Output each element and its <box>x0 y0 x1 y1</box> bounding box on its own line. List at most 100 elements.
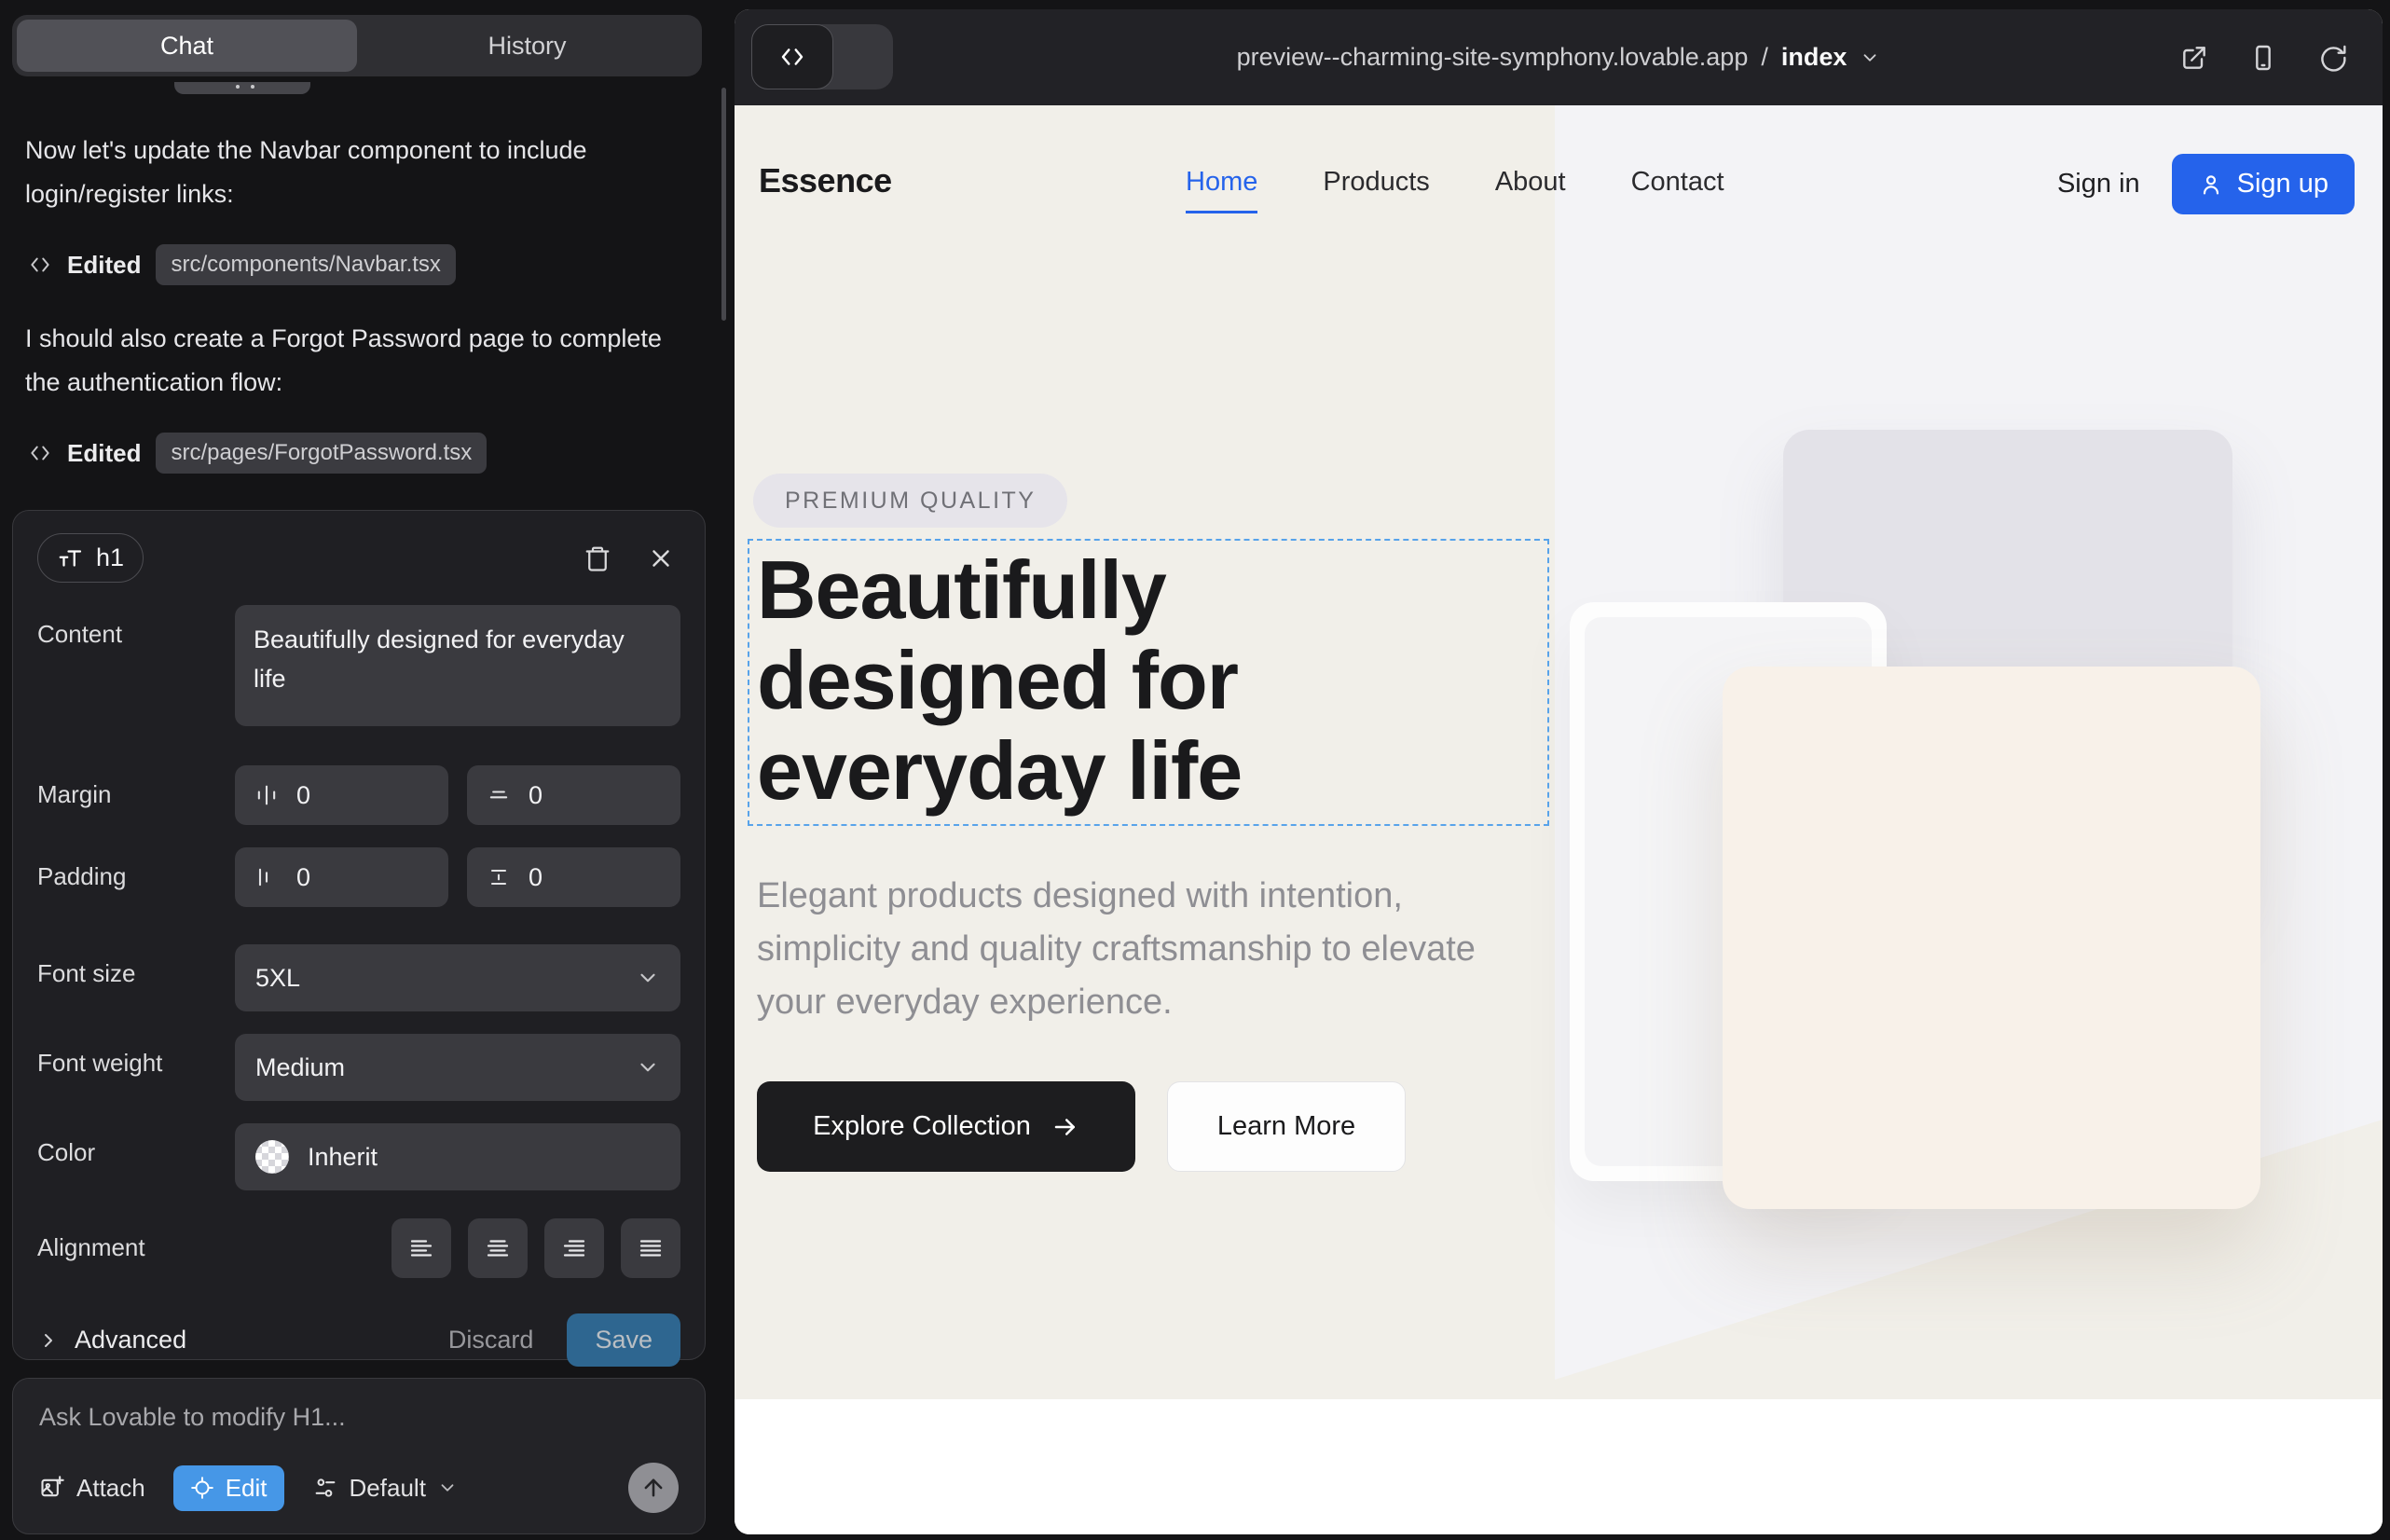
edited-label: Edited <box>67 439 141 468</box>
default-mode-button[interactable]: Default <box>312 1474 458 1503</box>
font-size-select[interactable]: 5XL <box>235 944 680 1011</box>
font-weight-select[interactable]: Medium <box>235 1034 680 1101</box>
padding-horizontal-icon <box>254 864 280 890</box>
text-element-icon <box>57 544 85 572</box>
font-weight-field-row: Font weight Medium <box>37 1034 680 1101</box>
element-editor-panel: h1 Content Beautifully designed fo <box>12 510 706 1360</box>
learn-more-button[interactable]: Learn More <box>1167 1081 1406 1172</box>
align-right-button[interactable] <box>544 1218 604 1278</box>
color-swatch <box>255 1140 289 1174</box>
align-justify-icon <box>637 1234 665 1262</box>
margin-label: Margin <box>37 765 235 825</box>
content-label: Content <box>37 605 235 726</box>
scrolled-chip-peek <box>174 82 310 94</box>
font-weight-label: Font weight <box>37 1034 235 1101</box>
site-nav-links: Home Products About Contact <box>1186 167 1724 213</box>
hero-headline[interactable]: Beautifully designed for everyday life <box>757 544 1547 816</box>
discard-button[interactable]: Discard <box>448 1326 534 1354</box>
sign-up-button[interactable]: Sign up <box>2172 154 2355 214</box>
color-select[interactable]: Inherit <box>235 1123 680 1190</box>
nav-link-contact[interactable]: Contact <box>1631 167 1724 213</box>
external-link-icon <box>2179 43 2209 73</box>
nav-link-home[interactable]: Home <box>1186 167 1257 213</box>
margin-vertical-icon <box>486 782 512 808</box>
code-icon <box>751 24 833 89</box>
align-right-icon <box>560 1234 588 1262</box>
chevron-down-icon <box>437 1478 458 1498</box>
site-navbar: Essence Home Products About Contact Sign… <box>735 105 2383 264</box>
font-size-label: Font size <box>37 944 235 1011</box>
alignment-field-row: Alignment <box>37 1218 680 1278</box>
edited-file-chip[interactable]: src/components/Navbar.tsx <box>156 244 455 285</box>
margin-field-row: Margin 0 0 <box>37 765 680 825</box>
font-size-field-row: Font size 5XL <box>37 944 680 1011</box>
attach-button[interactable]: Attach <box>39 1474 145 1503</box>
advanced-toggle[interactable]: Advanced <box>37 1326 186 1354</box>
chevron-right-icon <box>37 1329 60 1352</box>
site-bottom-section <box>735 1399 2383 1534</box>
margin-horizontal-icon <box>254 782 280 808</box>
mobile-phone-icon <box>2248 43 2278 73</box>
tab-history[interactable]: History <box>357 20 697 72</box>
chat-scrollbar[interactable] <box>721 88 726 321</box>
site-auth-actions: Sign in Sign up <box>2057 154 2355 214</box>
editor-footer: Advanced Discard Save <box>37 1313 680 1367</box>
person-icon <box>2198 172 2224 198</box>
trash-icon <box>584 544 611 572</box>
content-field-row: Content Beautifully designed for everyda… <box>37 605 680 726</box>
element-tag-label: h1 <box>96 543 124 572</box>
mobile-view-button[interactable] <box>2243 37 2284 78</box>
close-icon <box>647 544 675 572</box>
padding-vertical-input[interactable]: 0 <box>467 847 680 907</box>
delete-element-button[interactable] <box>578 539 617 578</box>
premium-quality-badge: PREMIUM QUALITY <box>753 474 1067 528</box>
chat-sidebar: Chat History Now let's update the Navbar… <box>0 0 727 1540</box>
edit-mode-button[interactable]: Edit <box>173 1465 284 1511</box>
align-center-icon <box>484 1234 512 1262</box>
align-center-button[interactable] <box>468 1218 528 1278</box>
sign-in-button[interactable]: Sign in <box>2057 169 2140 199</box>
site-logo[interactable]: Essence <box>759 161 892 200</box>
sidebar-tabs: Chat History <box>12 15 702 76</box>
prompt-panel: Ask Lovable to modify H1... Attach Edit <box>12 1378 706 1534</box>
preview-url[interactable]: preview--charming-site-symphony.lovable.… <box>1237 43 1881 72</box>
alignment-label: Alignment <box>37 1218 235 1278</box>
refresh-button[interactable] <box>2312 37 2353 78</box>
align-left-icon <box>407 1234 435 1262</box>
lovable-app: Chat History Now let's update the Navbar… <box>0 0 2390 1540</box>
chat-message: Now let's update the Navbar component to… <box>25 129 678 216</box>
code-icon <box>28 253 52 277</box>
arrow-up-icon <box>640 1475 666 1501</box>
site-content: Essence Home Products About Contact Sign… <box>735 105 2383 1534</box>
sliders-icon <box>312 1475 338 1501</box>
edited-file-chip[interactable]: src/pages/ForgotPassword.tsx <box>156 433 487 474</box>
h1-selection-outline[interactable]: Beautifully designed for everyday life <box>748 539 1549 826</box>
margin-vertical-input[interactable]: 0 <box>467 765 680 825</box>
nav-link-about[interactable]: About <box>1495 167 1566 213</box>
margin-horizontal-input[interactable]: 0 <box>235 765 448 825</box>
align-justify-button[interactable] <box>621 1218 680 1278</box>
padding-field-row: Padding 0 0 <box>37 847 680 907</box>
explore-collection-button[interactable]: Explore Collection <box>757 1081 1135 1172</box>
hero-cta-row: Explore Collection Learn More <box>757 1081 1406 1172</box>
prompt-input[interactable]: Ask Lovable to modify H1... <box>39 1403 679 1432</box>
color-field-row: Color Inherit <box>37 1123 680 1190</box>
send-button[interactable] <box>628 1463 679 1513</box>
tab-chat[interactable]: Chat <box>17 20 357 72</box>
decor-card-cream <box>1723 667 2260 1209</box>
nav-link-products[interactable]: Products <box>1323 167 1429 213</box>
open-in-new-tab-button[interactable] <box>2174 37 2215 78</box>
padding-vertical-icon <box>486 864 512 890</box>
selected-element-badge[interactable]: h1 <box>37 533 144 583</box>
edited-file-row: Edited src/pages/ForgotPassword.tsx <box>28 433 487 474</box>
padding-horizontal-input[interactable]: 0 <box>235 847 448 907</box>
target-icon <box>190 1476 214 1500</box>
align-left-button[interactable] <box>391 1218 451 1278</box>
close-editor-button[interactable] <box>641 539 680 578</box>
preview-topbar: preview--charming-site-symphony.lovable.… <box>735 9 2383 105</box>
code-view-toggle[interactable] <box>751 24 893 89</box>
content-input[interactable]: Beautifully designed for everyday life <box>235 605 680 726</box>
url-path: index <box>1781 43 1847 72</box>
url-separator: / <box>1761 43 1768 72</box>
save-button[interactable]: Save <box>567 1313 680 1367</box>
